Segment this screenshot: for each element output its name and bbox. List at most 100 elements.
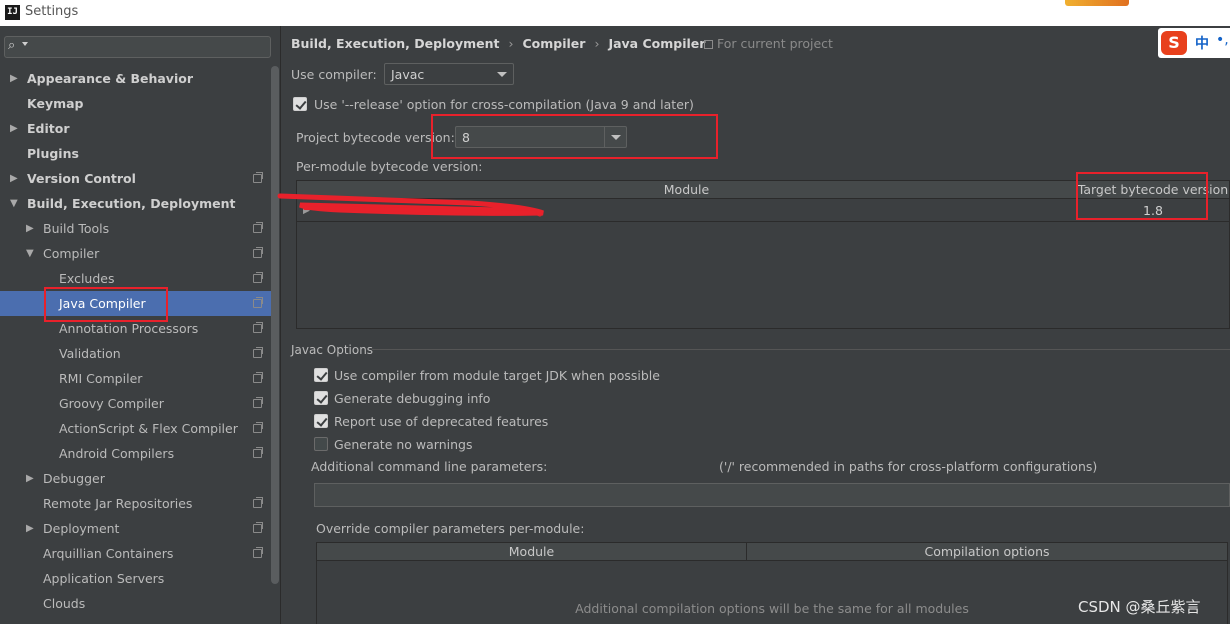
intellij-logo-icon: IJ — [5, 5, 20, 20]
sogou-logo-icon: S — [1161, 31, 1187, 55]
sidebar-item-appearance-behavior[interactable]: ▶ Appearance & Behavior — [0, 66, 279, 91]
additional-params-label: Additional command line parameters: — [311, 459, 548, 474]
use-target-jdk-label: Use compiler from module target JDK when… — [334, 368, 660, 383]
chevron-down-icon[interactable]: ▼ — [10, 191, 18, 216]
section-divider — [372, 349, 1230, 350]
sidebar-item-android-compilers[interactable]: Android Compilers — [0, 441, 279, 466]
use-target-jdk-checkbox[interactable] — [314, 368, 328, 382]
override-table-header: Module Compilation options — [317, 543, 1227, 561]
sidebar-item-label: Compiler — [43, 246, 100, 261]
breadcrumb-item: Compiler — [522, 36, 586, 51]
column-header-module[interactable]: Module — [297, 181, 1077, 199]
breadcrumb-separator: › — [508, 36, 514, 51]
column-header-compilation-options[interactable]: Compilation options — [747, 543, 1227, 561]
project-scope-icon — [253, 297, 263, 308]
release-option-checkbox[interactable] — [293, 97, 307, 111]
debugging-info-label: Generate debugging info — [334, 391, 491, 406]
chevron-right-icon[interactable]: ▶ — [10, 116, 18, 141]
window-title-bar: IJ Settings — [0, 0, 1230, 26]
project-scope-icon — [253, 172, 263, 183]
breadcrumb-separator: › — [594, 36, 600, 51]
project-scope-icon — [253, 222, 263, 233]
sidebar-item-build-execution-deployment[interactable]: ▼ Build, Execution, Deployment — [0, 191, 279, 216]
debugging-info-checkbox[interactable] — [314, 391, 328, 405]
project-scope-icon — [253, 247, 263, 258]
project-scope-icon — [253, 497, 263, 508]
chevron-down-icon[interactable]: ▼ — [26, 241, 34, 266]
project-scope-icon — [253, 272, 263, 283]
project-scope-icon — [253, 397, 263, 408]
sidebar-scrollbar[interactable] — [271, 66, 279, 584]
sidebar-item-label: Validation — [59, 346, 121, 361]
sidebar-item-version-control[interactable]: ▶ Version Control — [0, 166, 279, 191]
sidebar-item-build-tools[interactable]: ▶ Build Tools — [0, 216, 279, 241]
deprecated-features-label: Report use of deprecated features — [334, 414, 549, 429]
use-compiler-label: Use compiler: — [291, 67, 377, 82]
settings-sidebar: ⌕ ▶ Appearance & Behavior Keymap ▶ Editor Plu… — [0, 26, 281, 624]
module-icon: ▶ — [303, 206, 310, 216]
sidebar-item-editor[interactable]: ▶ Editor — [0, 116, 279, 141]
project-scope-icon — [253, 447, 263, 458]
ime-language-toggle[interactable]: 中 — [1195, 33, 1209, 53]
taskbar-thumbnail — [1065, 0, 1129, 6]
no-warnings-label: Generate no warnings — [334, 437, 473, 452]
annotation-box-target-bytecode — [1076, 172, 1208, 220]
sidebar-item-label: ActionScript & Flex Compiler — [59, 421, 238, 436]
sidebar-item-clouds[interactable]: Clouds — [0, 591, 279, 616]
search-icon: ⌕ — [8, 38, 16, 53]
sidebar-item-label: Clouds — [43, 596, 86, 611]
ime-toolbar[interactable]: S 中 •, — [1158, 28, 1230, 58]
breadcrumb-item: Java Compiler — [608, 36, 706, 51]
sidebar-item-application-servers[interactable]: Application Servers — [0, 566, 279, 591]
for-current-project-note: For current project — [704, 36, 833, 51]
chevron-right-icon[interactable]: ▶ — [26, 516, 34, 541]
project-scope-icon — [253, 322, 263, 333]
sidebar-item-plugins[interactable]: Plugins — [0, 141, 279, 166]
deprecated-features-checkbox[interactable] — [314, 414, 328, 428]
annotation-box-java-compiler — [44, 287, 168, 322]
settings-main-panel: Build, Execution, Deployment › Compiler › Ja… — [282, 26, 1230, 624]
ime-punctuation-icon[interactable]: •, — [1216, 32, 1229, 48]
sidebar-item-label: Build Tools — [43, 221, 110, 236]
sidebar-item-label: Debugger — [43, 471, 105, 486]
sidebar-item-remote-jar-repositories[interactable]: Remote Jar Repositories — [0, 491, 279, 516]
sidebar-item-label: Editor — [27, 121, 70, 136]
sidebar-item-label: Keymap — [27, 96, 84, 111]
javac-options-title: Javac Options — [291, 343, 374, 357]
breadcrumb-item: Build, Execution, Deployment — [291, 36, 500, 51]
sidebar-item-label: RMI Compiler — [59, 371, 143, 386]
sidebar-item-label: Deployment — [43, 521, 120, 536]
sidebar-item-keymap[interactable]: Keymap — [0, 91, 279, 116]
sidebar-item-groovy-compiler[interactable]: Groovy Compiler — [0, 391, 279, 416]
settings-search-input[interactable]: ⌕ — [4, 36, 271, 58]
sidebar-item-deployment[interactable]: ▶ Deployment — [0, 516, 279, 541]
project-scope-icon — [253, 372, 263, 383]
chevron-right-icon[interactable]: ▶ — [26, 466, 34, 491]
chevron-right-icon[interactable]: ▶ — [10, 166, 18, 191]
additional-params-hint: ('/' recommended in paths for cross-plat… — [719, 459, 1098, 474]
chevron-down-icon — [491, 64, 513, 84]
sidebar-item-label: Appearance & Behavior — [27, 71, 193, 86]
csdn-watermark: CSDN @桑丘紫言 — [1078, 598, 1201, 616]
sidebar-item-label: Build, Execution, Deployment — [27, 196, 236, 211]
no-warnings-checkbox[interactable] — [314, 437, 328, 451]
override-params-label: Override compiler parameters per-module: — [316, 521, 585, 536]
sidebar-item-rmi-compiler[interactable]: RMI Compiler — [0, 366, 279, 391]
sidebar-item-label: Groovy Compiler — [59, 396, 164, 411]
additional-params-input[interactable] — [314, 483, 1230, 507]
chevron-right-icon[interactable]: ▶ — [26, 216, 34, 241]
sidebar-item-compiler[interactable]: ▼ Compiler — [0, 241, 279, 266]
window-title: Settings — [25, 4, 79, 19]
chevron-right-icon[interactable]: ▶ — [10, 66, 18, 91]
for-current-project-label: For current project — [717, 36, 833, 51]
column-header-module[interactable]: Module — [317, 543, 747, 561]
sidebar-item-label: Android Compilers — [59, 446, 175, 461]
sidebar-item-actionscript-flex-compiler[interactable]: ActionScript & Flex Compiler — [0, 416, 279, 441]
annotation-box-project-bytecode — [431, 114, 718, 159]
use-compiler-select[interactable]: Javac — [384, 63, 514, 85]
sidebar-item-debugger[interactable]: ▶ Debugger — [0, 466, 279, 491]
sidebar-item-arquillian-containers[interactable]: Arquillian Containers — [0, 541, 279, 566]
sidebar-item-label: Remote Jar Repositories — [43, 496, 193, 511]
sidebar-item-validation[interactable]: Validation — [0, 341, 279, 366]
chevron-down-icon — [22, 42, 28, 46]
